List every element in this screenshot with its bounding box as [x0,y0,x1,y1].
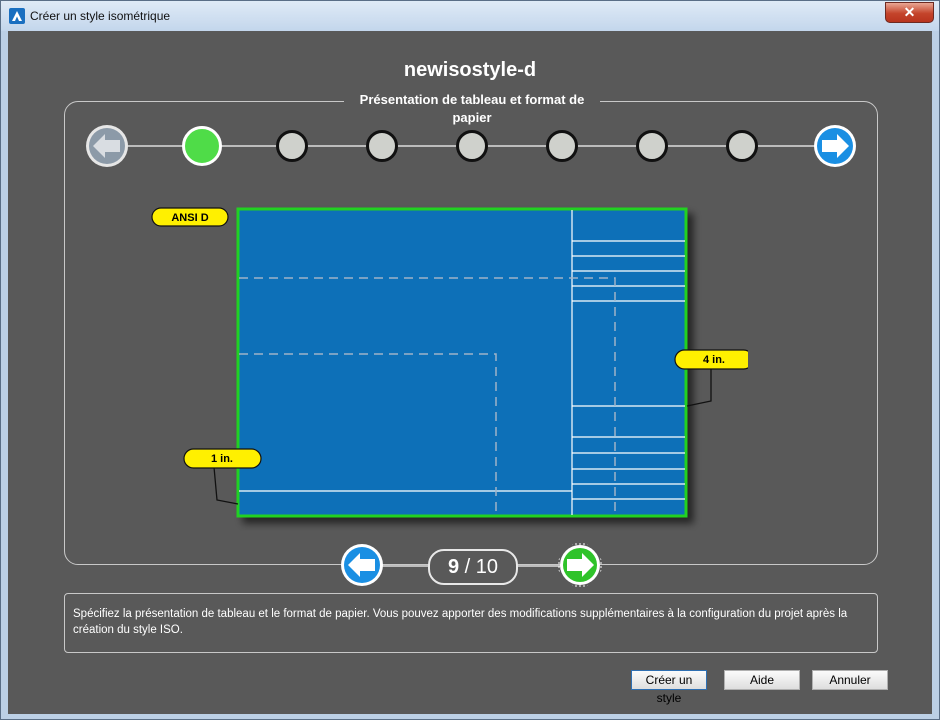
close-icon: ✕ [903,4,916,20]
app-icon [9,8,25,24]
step-indicator-2 [276,130,308,162]
wizard-panel: newisostyle-d Présentation de tableau et… [8,31,932,714]
bottom-margin-label: 1 in. [211,453,233,465]
current-page: 9 [447,556,460,578]
section-title: Présentation de tableau et format de pap… [344,91,600,127]
title-bar: Créer un style isométrique ✕ [1,1,939,31]
right-margin-label: 4 in. [703,354,725,366]
style-name-heading: newisostyle-d [403,59,537,81]
total-pages: 10 [475,556,499,578]
dialog-window: Créer un style isométrique ✕ newisostyle… [0,0,940,720]
close-button[interactable]: ✕ [885,2,934,23]
create-style-button[interactable]: Créer un style [631,670,707,705]
step-indicator-3 [366,130,398,162]
next-page-arrow-icon[interactable] [558,543,602,587]
cancel-button[interactable]: Annuler [812,670,888,690]
previous-page-arrow-icon[interactable] [340,543,384,587]
description-box: Spécifiez la présentation de tableau et … [64,593,878,653]
sheet-border [236,207,688,518]
description-text: Spécifiez la présentation de tableau et … [73,608,848,636]
sheet-preview: ANSI D 4 in. 1 in. [151,207,748,518]
step-indicator-6 [636,130,668,162]
step-forward-arrow-icon[interactable] [813,124,857,168]
step-indicator-4 [456,130,488,162]
page-separator: / [464,556,471,578]
paper-size-label: ANSI D [171,212,208,224]
window-title: Créer un style isométrique [30,9,171,23]
page-counter: 9 / 10 [428,549,518,585]
step-indicator-5 [546,130,578,162]
step-indicator-7 [726,130,758,162]
step-indicator-1 [182,126,222,166]
step-back-arrow-icon[interactable] [85,124,129,168]
help-button[interactable]: Aide [724,670,800,690]
